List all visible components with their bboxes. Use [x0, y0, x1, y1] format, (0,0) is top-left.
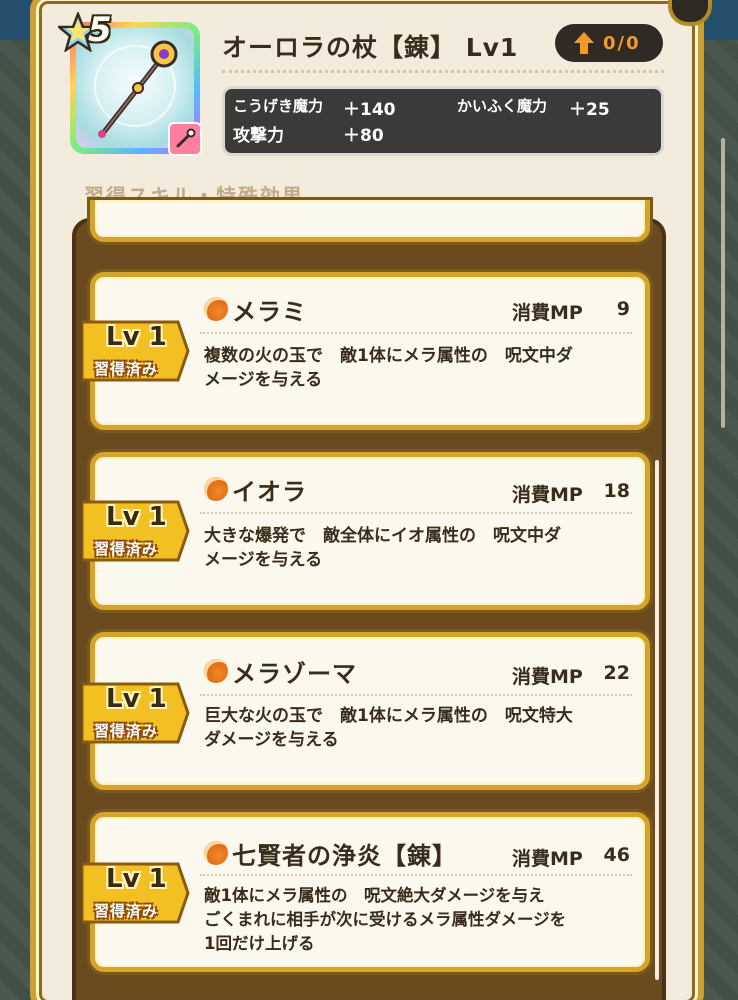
mp-value: 18: [603, 480, 630, 502]
fire-spell-icon: [204, 297, 228, 321]
skill-divider: [200, 694, 632, 696]
fire-spell-icon: [204, 477, 228, 501]
stat-attack: 攻撃力 ＋80: [233, 126, 384, 146]
level-badge: Lv 1 習得済み: [82, 318, 190, 384]
skill-divider: [200, 332, 632, 334]
mp-label: 消費MP: [512, 848, 583, 870]
skill-name: 七賢者の浄炎【錬】: [232, 842, 457, 870]
skill-name: メラゾーマ: [232, 660, 357, 688]
mp-label: 消費MP: [512, 484, 583, 506]
background-left: [0, 0, 30, 1000]
skill-divider: [200, 874, 632, 876]
weapon-title: オーロラの杖【錬】 Lv1: [222, 33, 519, 62]
skill-description: 巨大な火の玉で 敵1体にメラ属性の 呪文特大 ダメージを与える: [204, 706, 573, 750]
panel-scrollbar[interactable]: [721, 138, 725, 428]
mp-label: 消費MP: [512, 666, 583, 688]
stat-heal-magic: かいふく魔力 ＋25: [457, 97, 610, 120]
mp-value: 9: [616, 298, 630, 320]
fire-spell-icon: [204, 659, 228, 683]
level-badge: Lv 1 習得済み: [82, 860, 190, 926]
skill-card-partial: [90, 200, 650, 242]
level-badge: Lv 1 習得済み: [82, 680, 190, 746]
mp-label: 消費MP: [512, 302, 583, 324]
skill-name: イオラ: [232, 478, 307, 506]
upgrade-count: 0/0: [603, 32, 641, 54]
stats-box: こうげき魔力 ＋140 かいふく魔力 ＋25 攻撃力 ＋80: [222, 86, 664, 156]
skill-divider: [200, 512, 632, 514]
background-top-left: [0, 0, 30, 40]
skill-description: 大きな爆発で 敵全体にイオ属性の 呪文中ダ メージを与える: [204, 526, 561, 570]
title-divider: [222, 70, 664, 73]
list-scrollbar[interactable]: [655, 460, 659, 980]
fire-spell-icon: [204, 841, 228, 865]
rarity-number: 5: [88, 10, 112, 50]
skill-name: メラミ: [232, 298, 307, 326]
mp-value: 22: [603, 662, 630, 684]
stat-attack-magic: こうげき魔力 ＋140: [233, 97, 396, 120]
upgrade-count-badge[interactable]: 0/0: [555, 24, 663, 62]
up-arrow-icon: [574, 32, 594, 54]
staff-type-icon: [168, 122, 202, 156]
skill-description: 複数の火の玉で 敵1体にメラ属性の 呪文中ダ メージを与える: [204, 346, 573, 390]
mp-value: 46: [603, 844, 630, 866]
skill-description: 敵1体にメラ属性の 呪文絶大ダメージを与え ごくまれに相手が次に受けるメラ属性ダ…: [204, 886, 567, 953]
level-badge: Lv 1 習得済み: [82, 498, 190, 564]
